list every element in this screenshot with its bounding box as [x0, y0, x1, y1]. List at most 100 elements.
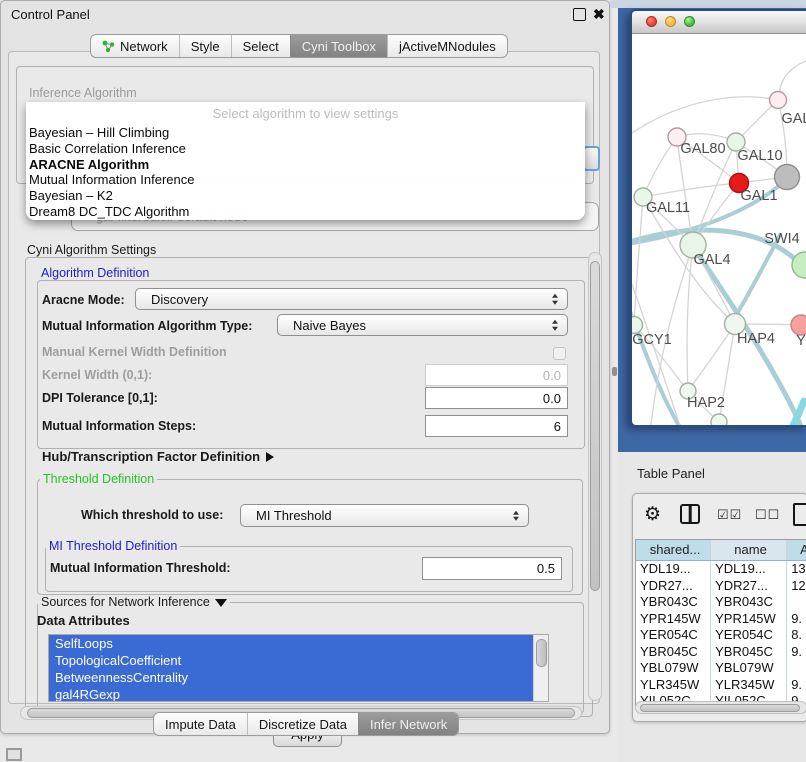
table-cell	[787, 594, 806, 611]
network-window-titlebar[interactable]	[632, 11, 806, 34]
column-header-shared[interactable]: shared...	[636, 540, 711, 560]
attribute-item-betweennesscentrality[interactable]: BetweennessCentrality	[49, 669, 548, 686]
mi-steps-field[interactable]: 6	[425, 415, 568, 437]
network-node[interactable]	[775, 165, 800, 190]
network-graph[interactable]: GAL2GAL80GAL10GAL1GAL11SWI4GAL4HAP4YGCY1…	[632, 34, 806, 427]
kernel-width-field[interactable]: 0.0	[425, 364, 568, 386]
network-edge[interactable]	[632, 271, 690, 427]
table-row[interactable]: YBR043CYBR043C	[636, 594, 806, 611]
tab-discretize-data[interactable]: Discretize Data	[247, 713, 358, 735]
dpi-tolerance-field[interactable]: 0.0	[425, 387, 568, 409]
attributes-list-scrollbar[interactable]	[533, 635, 548, 701]
dropdown-item-mutual-information-inference[interactable]: Mutual Information Inference	[26, 172, 585, 188]
close-light-icon[interactable]	[646, 16, 657, 27]
table-row[interactable]: YER054CYER054C8.	[636, 627, 806, 644]
attribute-item-gal4rgexp[interactable]: gal4RGexp	[49, 686, 548, 702]
minimize-light-icon[interactable]	[665, 16, 676, 27]
network-node-y[interactable]	[791, 315, 806, 335]
mi-type-value: Naive Bayes	[293, 318, 366, 333]
tab-select[interactable]: Select	[231, 35, 290, 57]
checked-pair-icon[interactable]: ☑☑	[717, 507, 742, 523]
table-cell: 9.	[787, 644, 806, 661]
network-edge[interactable]	[643, 183, 739, 197]
tab-label: Network	[120, 39, 168, 54]
splitter-handle[interactable]	[612, 367, 617, 376]
aracne-mode-value: Discovery	[151, 292, 208, 307]
dropdown-item-bayesian-k2[interactable]: Bayesian – K2	[26, 188, 585, 204]
table-cell	[787, 660, 806, 677]
table-horizontal-scrollbar[interactable]	[635, 701, 806, 714]
table-row[interactable]: YBR045CYBR045C9.	[636, 644, 806, 661]
table-header-row: shared...nameA	[636, 540, 806, 561]
table-cell: YDR27...	[636, 578, 711, 595]
tab-network[interactable]: Network	[91, 35, 179, 57]
table-panel-window: ⚙ ☑☑ ☐☐ shared...nameAYDL19...YDL19...13…	[632, 493, 806, 722]
mi-threshold-label: Mutual Information Threshold:	[50, 561, 231, 575]
mi-type-label: Mutual Information Algorithm Type:	[42, 319, 252, 333]
tab-impute-data[interactable]: Impute Data	[154, 713, 247, 735]
table-cell: YDR27...	[711, 578, 787, 595]
float-window-icon[interactable]	[573, 8, 586, 21]
table-row[interactable]: YDR27...YDR27...12	[636, 578, 806, 595]
column-header-name[interactable]: name	[711, 540, 787, 560]
table-row[interactable]: YBL079WYBL079W	[636, 660, 806, 677]
dropdown-item-bayesian-hill-climbing[interactable]: Bayesian – Hill Climbing	[26, 125, 585, 141]
node-attribute-table[interactable]: shared...nameAYDL19...YDL19...13YDR27...…	[635, 539, 806, 706]
table-cell: YDL19...	[711, 561, 787, 578]
tab-jactivemnodules[interactable]: jActiveMNodules	[387, 35, 507, 57]
columns-icon[interactable]	[680, 504, 700, 524]
network-node-gcy1[interactable]	[632, 317, 643, 334]
tab-infer-network[interactable]: Infer Network	[358, 713, 458, 735]
dropdown-item-dream8-dc-tdc-algorithm[interactable]: Dream8 DC_TDC Algorithm	[26, 204, 585, 220]
sources-group-title: Sources for Network Inference	[41, 595, 210, 609]
table-cell: YDL19...	[636, 561, 711, 578]
page-icon[interactable]	[793, 503, 806, 526]
mi-threshold-field[interactable]: 0.5	[422, 557, 562, 580]
gear-icon[interactable]: ⚙	[644, 502, 661, 528]
network-view-window[interactable]: GAL2GAL80GAL10GAL1GAL11SWI4GAL4HAP4YGCY1…	[630, 9, 806, 427]
node-label-hap2: HAP2	[687, 395, 725, 411]
window-thumbnail-icon[interactable]	[6, 748, 22, 761]
network-edge[interactable]	[688, 324, 735, 391]
attribute-item-topologicalcoefficient[interactable]: TopologicalCoefficient	[49, 652, 548, 669]
dropdown-item-basic-correlation-inference[interactable]: Basic Correlation Inference	[26, 141, 585, 157]
network-edge[interactable]	[634, 197, 643, 325]
table-cell: YBR045C	[711, 644, 787, 661]
tab-style[interactable]: Style	[179, 35, 231, 57]
unchecked-pair-icon[interactable]: ☐☐	[755, 507, 780, 523]
settings-vertical-scrollbar[interactable]	[588, 252, 602, 701]
network-node-gal2[interactable]	[770, 92, 787, 109]
tab-cyni-toolbox[interactable]: Cyni Toolbox	[290, 35, 387, 57]
table-row[interactable]: YPR145WYPR145W9.	[636, 611, 806, 628]
network-edge[interactable]	[643, 137, 677, 197]
table-cell: YPR145W	[711, 611, 787, 628]
top-tab-bar: Network Style Select Cyni ToolboxjActiveMNo…	[90, 34, 508, 58]
application-root: Control Panel ✖ Inference Algorithm gal-…	[0, 0, 806, 762]
threshold-definition-title: Threshold Definition	[40, 472, 157, 486]
mi-steps-value: 6	[554, 419, 561, 434]
data-attributes-list[interactable]: SelfLoopsTopologicalCoefficientBetweenne…	[48, 634, 549, 702]
tab-label: Select	[243, 39, 279, 54]
close-icon[interactable]: ✖	[593, 8, 606, 21]
table-row[interactable]: YLR345WYLR345W9.	[636, 677, 806, 694]
algorithm-combobox-button[interactable]	[583, 146, 600, 171]
network-edge[interactable]	[632, 97, 778, 133]
table-row[interactable]: YDL19...YDL19...13	[636, 561, 806, 578]
table-cell: YBL079W	[636, 660, 711, 677]
network-node[interactable]	[711, 414, 727, 427]
network-edge[interactable]	[736, 235, 780, 315]
hub-definition-toggle[interactable]: Hub/Transcription Factor Definition	[42, 449, 274, 464]
column-header-a[interactable]: A	[787, 540, 806, 560]
node-label-gal10: GAL10	[737, 148, 782, 164]
which-threshold-combobox[interactable]: MI Threshold	[240, 504, 529, 527]
attribute-item-selfloops[interactable]: SelfLoops	[49, 635, 548, 652]
table-cell: YPR145W	[636, 611, 711, 628]
network-edge[interactable]	[687, 245, 693, 391]
sources-group-toggle[interactable]: Sources for Network Inference	[38, 595, 230, 609]
node-label-hap4: HAP4	[737, 331, 775, 347]
zoom-light-icon[interactable]	[684, 16, 695, 27]
mi-type-combobox[interactable]: Naive Bayes	[277, 314, 568, 336]
dropdown-item-aracne-algorithm[interactable]: ARACNE Algorithm	[26, 157, 585, 173]
aracne-mode-combobox[interactable]: Discovery	[135, 288, 568, 310]
manual-kernel-checkbox[interactable]	[553, 347, 566, 360]
